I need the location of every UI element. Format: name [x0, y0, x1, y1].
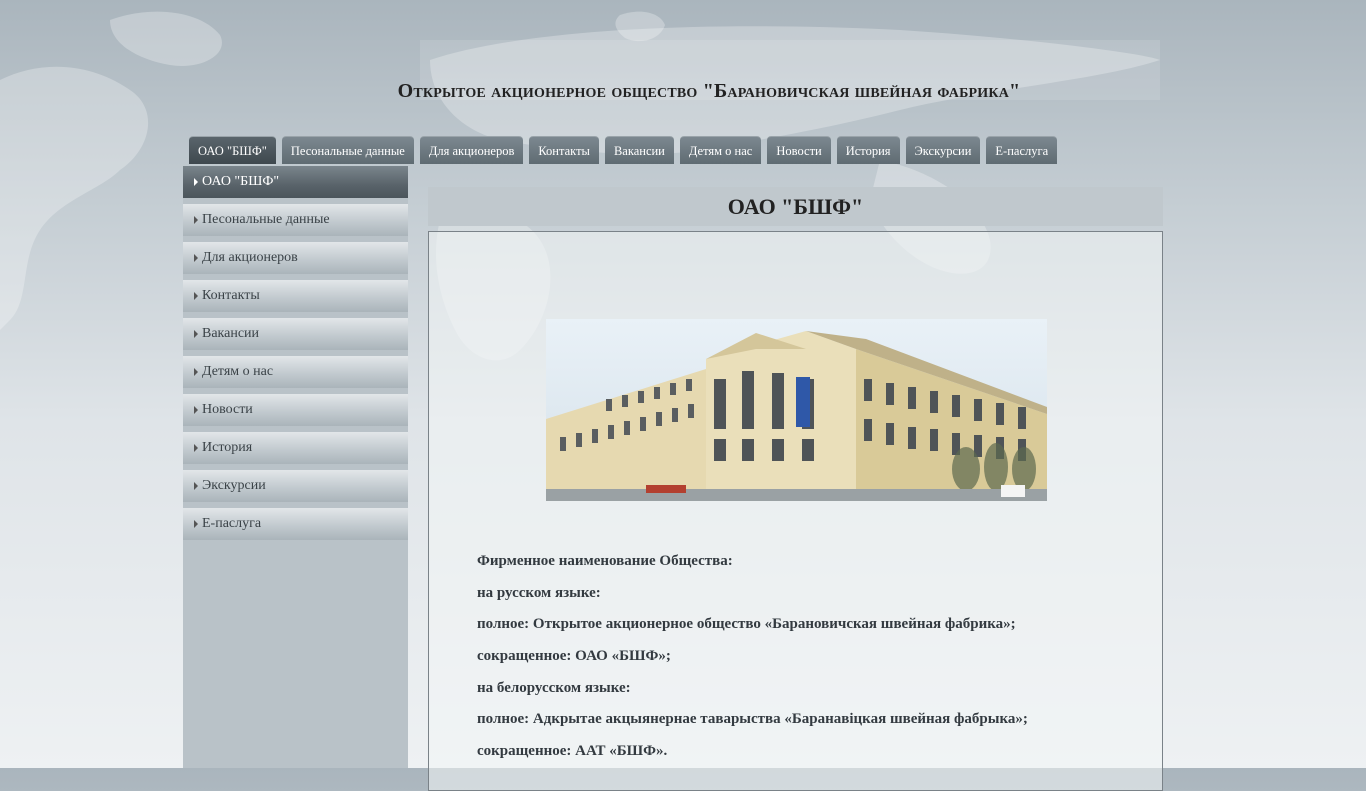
- tab-news[interactable]: Новости: [767, 136, 831, 164]
- page-title: ОАО "БШФ": [428, 187, 1163, 226]
- sidebar-item-shareholders[interactable]: Для акционеров: [183, 242, 408, 280]
- site-title: Открытое акционерное общество "Баранович…: [397, 80, 1021, 102]
- sidebar-item-label: История: [202, 440, 253, 455]
- caret-right-icon: [194, 330, 198, 338]
- info-line: на русском языке:: [477, 584, 601, 601]
- sidebar-item-contacts[interactable]: Контакты: [183, 280, 408, 318]
- sidebar-item-label: Детям о нас: [202, 364, 274, 379]
- sidebar-menu: ОАО "БШФ" Песональные данные Для акционе…: [183, 166, 408, 768]
- info-line: сокращенное: ААТ «БШФ».: [477, 743, 668, 760]
- caret-right-icon: [194, 406, 198, 414]
- tab-shareholders[interactable]: Для акционеров: [419, 136, 524, 164]
- sidebar-item-vacancies[interactable]: Вакансии: [183, 318, 408, 356]
- caret-right-icon: [194, 444, 198, 452]
- sidebar-item-e-service[interactable]: Е-паслуга: [183, 508, 408, 546]
- caret-right-icon: [194, 178, 198, 186]
- sidebar-item-label: Контакты: [202, 288, 260, 303]
- caret-right-icon: [194, 254, 198, 262]
- sidebar-item-label: Е-паслуга: [202, 516, 262, 531]
- sidebar-item-label: Для акционеров: [202, 250, 298, 265]
- sidebar-item-oao-bshf[interactable]: ОАО "БШФ": [183, 166, 408, 204]
- sidebar-item-label: Новости: [202, 402, 253, 417]
- sidebar-item-news[interactable]: Новости: [183, 394, 408, 432]
- info-line: на белорусском языке:: [477, 679, 631, 696]
- content-panel: Фирменное наименование Общества: на русс…: [428, 231, 1163, 791]
- info-line: полное: Адкрытае акцыянернае таварыства …: [477, 711, 1028, 728]
- top-navigation: ОАО "БШФ" Песональные данные Для акционе…: [189, 136, 1058, 164]
- sidebar-item-label: Песональные данные: [202, 212, 330, 227]
- tab-excursions[interactable]: Экскурсии: [905, 136, 981, 164]
- sidebar-item-label: ОАО "БШФ": [202, 174, 280, 189]
- sidebar-item-label: Экскурсии: [202, 478, 266, 493]
- sidebar-item-kids-about-us[interactable]: Детям о нас: [183, 356, 408, 394]
- caret-right-icon: [194, 482, 198, 490]
- sidebar-item-label: Вакансии: [202, 326, 260, 341]
- info-line: полное: Открытое акционерное общество «Б…: [477, 616, 1016, 633]
- factory-building-photo: [546, 319, 1047, 501]
- sidebar-item-excursions[interactable]: Экскурсии: [183, 470, 408, 508]
- tab-kids-about-us[interactable]: Детям о нас: [679, 136, 762, 164]
- info-line: сокращенное: ОАО «БШФ»;: [477, 648, 671, 665]
- tab-vacancies[interactable]: Вакансии: [604, 136, 674, 164]
- sidebar-item-history[interactable]: История: [183, 432, 408, 470]
- info-line: Фирменное наименование Общества:: [477, 553, 733, 569]
- caret-right-icon: [194, 368, 198, 376]
- tab-personal-data[interactable]: Песональные данные: [281, 136, 414, 164]
- tab-history[interactable]: История: [836, 136, 900, 164]
- caret-right-icon: [194, 292, 198, 300]
- tab-oao-bshf[interactable]: ОАО "БШФ": [189, 136, 276, 164]
- tab-contacts[interactable]: Контакты: [529, 136, 599, 164]
- sidebar-item-personal-data[interactable]: Песональные данные: [183, 204, 408, 242]
- company-info: Фирменное наименование Общества: на русс…: [477, 550, 1117, 772]
- caret-right-icon: [194, 520, 198, 528]
- tab-e-service[interactable]: Е-паслуга: [986, 136, 1058, 164]
- caret-right-icon: [194, 216, 198, 224]
